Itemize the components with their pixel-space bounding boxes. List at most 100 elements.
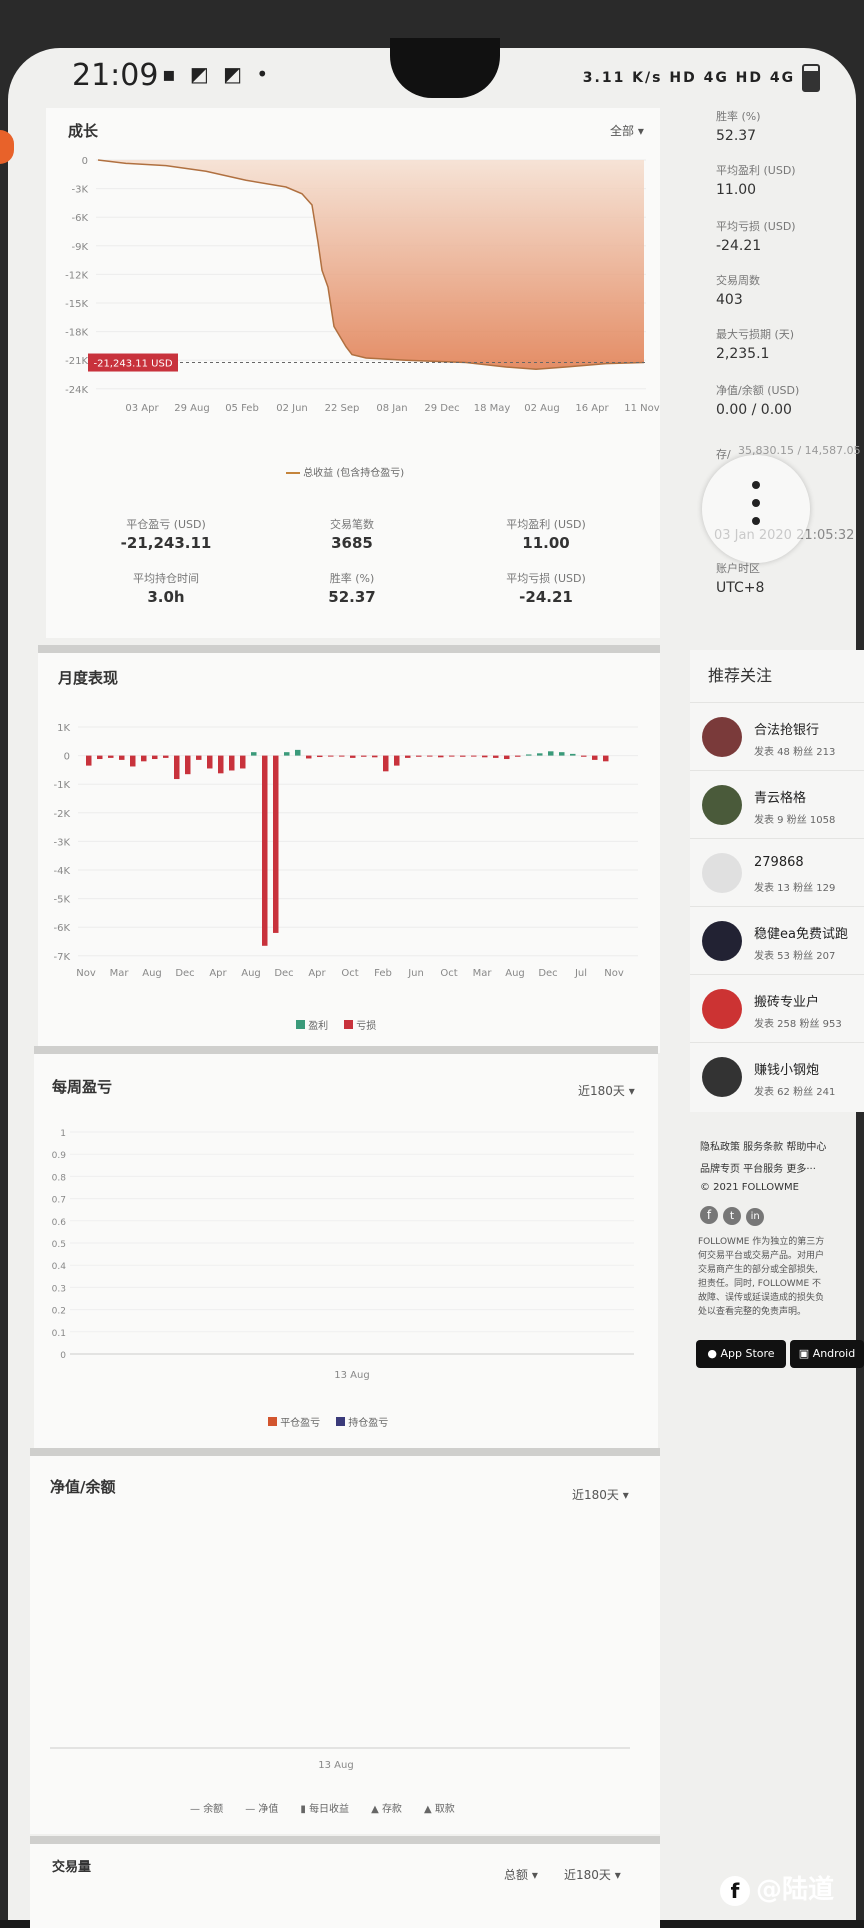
equity-legend-label: 存款 <box>381 1804 402 1815</box>
right-stat-label: 净值/余额 (USD) <box>716 384 800 397</box>
equity-chart: 13 Aug <box>50 1747 630 1771</box>
y-tick-label: -18K <box>65 328 88 339</box>
y-tick-label: -12K <box>65 270 88 281</box>
monthly-bar <box>163 755 169 758</box>
monthly-bar <box>482 755 488 758</box>
watermark-text: @陆道 <box>755 1875 834 1905</box>
equity-legend-label: 净值 <box>258 1804 279 1815</box>
follow-list-item[interactable]: 合法抢银行 发表 48 粉丝 213 <box>690 702 864 771</box>
growth-stat-label: 平均盈利 (USD) <box>506 518 586 531</box>
y-tick-label: 0 <box>64 752 70 763</box>
growth-stat-value: 3685 <box>331 534 373 552</box>
notification-icons: ▪ ◩ ◩ • <box>162 62 273 86</box>
equity-legend-icon: ▲ <box>423 1804 435 1815</box>
weekly-filter-dropdown[interactable]: 近180天 ▾ <box>578 1082 635 1099</box>
android-icon: ▣ <box>798 1347 810 1360</box>
y-tick-label: -1K <box>53 780 70 791</box>
x-tick-label: Dec <box>538 968 557 979</box>
monthly-bar <box>86 755 92 766</box>
right-stat-label: 交易周数 <box>716 274 760 287</box>
disclaimer-line6: 处以查看完整的免责声明。 <box>698 1307 807 1317</box>
monthly-title: 月度表现 <box>58 669 119 687</box>
recommended-follow-card: 推荐关注 合法抢银行 发表 48 粉丝 213 青云格格 发表 9 粉丝 1058 27… <box>690 650 864 1112</box>
right-stat-label: 胜率 (%) <box>716 110 761 123</box>
avatar[interactable] <box>702 1057 742 1097</box>
app-store-button[interactable]: ● App Store <box>696 1340 786 1368</box>
growth-stat-value: 3.0h <box>147 588 185 606</box>
monthly-bar <box>185 755 191 775</box>
right-stat-value: 2,235.1 <box>716 346 770 362</box>
follow-list-item[interactable]: 稳健ea免费试跑 发表 53 粉丝 207 <box>690 906 864 975</box>
footer-links-row1[interactable]: 隐私政策 服务条款 帮助中心 <box>700 1138 826 1153</box>
volume-period-dropdown[interactable]: 近180天 ▾ <box>564 1866 621 1883</box>
x-tick-label: 13 Aug <box>334 1370 369 1381</box>
monthly-bar <box>251 752 257 756</box>
avatar[interactable] <box>702 853 742 893</box>
y-tick-label: 0 <box>82 156 88 167</box>
signal-icons: 3.11 K/s HD 4G HD 4G <box>583 64 820 92</box>
growth-filter-dropdown[interactable]: 全部 ▾ <box>610 122 644 139</box>
follow-user-meta: 发表 62 粉丝 241 <box>754 1087 836 1098</box>
monthly-bar <box>471 755 477 757</box>
monthly-bar <box>284 752 290 756</box>
facebook-icon[interactable]: f <box>700 1206 718 1224</box>
x-tick-label: Mar <box>110 968 130 979</box>
x-tick-label: 02 Jun <box>276 403 308 414</box>
volume-total-dropdown[interactable]: 总额 ▾ <box>504 1866 538 1883</box>
equity-legend-label: 每日收益 <box>309 1804 350 1815</box>
follow-user-name[interactable]: 合法抢银行 <box>754 719 819 738</box>
avatar[interactable] <box>702 717 742 757</box>
monthly-chart: 1K 0 -1K -2K -3K -4K -5K -6K -7K Nov Mar Aug Dec Apr A… <box>53 723 638 979</box>
avatar[interactable] <box>702 989 742 1029</box>
disclaimer-line2: 何交易平台或交易产品。对用户 <box>698 1251 825 1261</box>
android-button[interactable]: ▣ Android <box>790 1340 864 1368</box>
monthly-bar <box>559 752 565 756</box>
menu-dot-icon <box>752 517 760 525</box>
y-tick-label: 0.2 <box>52 1307 66 1317</box>
footer-links-row2[interactable]: 品牌专页 平台服务 更多··· <box>700 1160 816 1175</box>
loss-legend-icon <box>344 1020 354 1029</box>
monthly-bar <box>526 754 532 756</box>
follow-user-name[interactable]: 青云格格 <box>754 787 806 806</box>
menu-dot-icon <box>752 499 760 507</box>
monthly-bar <box>361 755 367 757</box>
monthly-bar <box>570 753 576 756</box>
monthly-bar <box>383 755 389 772</box>
y-tick-label: -21K <box>65 356 88 367</box>
growth-stat-value: -21,243.11 <box>120 534 212 552</box>
follow-user-name[interactable]: 赚钱小钢炮 <box>754 1059 819 1078</box>
monthly-bar <box>174 755 180 780</box>
x-tick-label: Oct <box>440 968 457 979</box>
monthly-bar <box>416 755 422 757</box>
follow-list-item[interactable]: 279868 发表 13 粉丝 129 <box>690 838 864 907</box>
avatar[interactable] <box>702 785 742 825</box>
loss-legend-label: 亏损 <box>356 1021 377 1032</box>
linkedin-icon[interactable]: in <box>746 1208 765 1226</box>
monthly-bar <box>229 755 235 771</box>
follow-user-name[interactable]: 稳健ea免费试跑 <box>754 923 848 942</box>
monthly-bar <box>207 755 213 769</box>
follow-user-name[interactable]: 搬砖专业户 <box>754 991 819 1010</box>
closed-pl-icon <box>268 1417 277 1426</box>
right-stat-value: UTC+8 <box>716 580 765 596</box>
follow-list-item[interactable]: 青云格格 发表 9 粉丝 1058 <box>690 770 864 839</box>
follow-list-item[interactable]: 赚钱小钢炮发表 62 粉丝 241 <box>690 1042 864 1111</box>
signal-labels: HD 4G HD 4G <box>669 70 796 86</box>
x-tick-label: Dec <box>175 968 194 979</box>
twitter-icon[interactable]: t <box>723 1207 742 1225</box>
equity-filter-dropdown[interactable]: 近180天 ▾ <box>572 1486 629 1503</box>
menu-dot-icon <box>752 481 760 489</box>
follow-list-item[interactable]: 搬砖专业户 发表 258 粉丝 953 <box>690 974 864 1043</box>
y-tick-label: 0.9 <box>52 1151 67 1161</box>
y-tick-label: 0.1 <box>52 1329 66 1339</box>
y-tick-label: -6K <box>53 923 70 934</box>
monthly-bar <box>119 755 125 760</box>
follow-user-name[interactable]: 279868 <box>754 855 804 870</box>
monthly-card: 月度表现 1K 0 -1K -2K -3K -4K -5K -6K -7K Nov Mar Aug De… <box>38 645 660 1053</box>
x-tick-label: 22 Sep <box>325 403 360 414</box>
avatar[interactable] <box>702 921 742 961</box>
y-tick-label: 1 <box>60 1129 66 1139</box>
floating-menu-button[interactable] <box>702 455 810 563</box>
x-tick-label: Apr <box>209 968 227 979</box>
x-tick-label: 29 Aug <box>174 403 209 414</box>
